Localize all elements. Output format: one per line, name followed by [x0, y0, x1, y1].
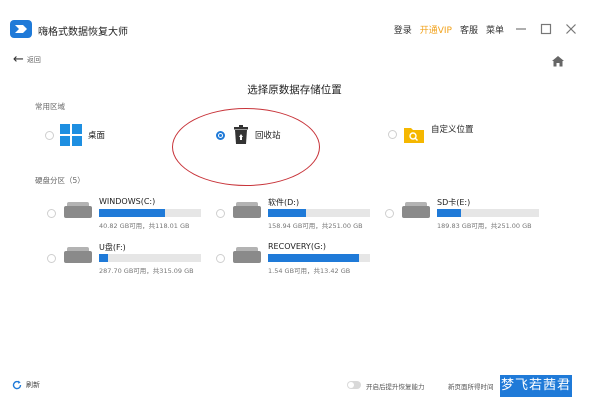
boost-toggle-label: 开启后提升恢复能力 [366, 383, 425, 391]
drive-usage-bar [99, 209, 201, 217]
back-arrow-icon: ← [13, 52, 24, 67]
desktop-radio[interactable] [45, 130, 54, 140]
login-link[interactable]: 登录 [394, 23, 412, 36]
hard-disk-icon [233, 202, 261, 218]
drive-free-space: 158.94 GB可用，共251.00 GB [268, 222, 363, 230]
drive-d[interactable]: 软件(D:) 158.94 GB可用，共251.00 GB [216, 197, 370, 230]
boost-toggle[interactable] [347, 381, 361, 389]
custom-radio[interactable] [388, 129, 397, 139]
drive-f[interactable]: U盘(F:) 287.70 GB可用，共315.09 GB [47, 242, 201, 275]
watermark-text: 梦飞若茜君 [500, 375, 572, 397]
drive-free-space: 1.54 GB可用，共13.42 GB [268, 267, 351, 275]
drive-radio[interactable] [385, 209, 394, 218]
drive-usage-fill [268, 209, 306, 217]
maximize-button[interactable] [538, 21, 554, 37]
common-area-label: 常用区域 [35, 102, 65, 111]
menu-link[interactable]: 菜单 [486, 23, 504, 36]
drive-radio[interactable] [47, 254, 56, 263]
home-icon[interactable] [551, 55, 565, 67]
drive-radio[interactable] [216, 254, 225, 263]
drive-name: WINDOWS(C:) [99, 197, 156, 206]
annotation-circle [172, 108, 320, 186]
minimize-button[interactable] [513, 21, 529, 37]
drive-c[interactable]: WINDOWS(C:) 40.82 GB可用，共118.01 GB [47, 197, 201, 230]
service-link[interactable]: 客服 [460, 23, 478, 36]
drive-name: SD卡(E:) [437, 198, 471, 207]
drive-free-space: 40.82 GB可用，共118.01 GB [99, 222, 190, 230]
drive-g[interactable]: RECOVERY(G:) 1.54 GB可用，共13.42 GB [216, 242, 370, 275]
refresh-button[interactable]: 刷新 [12, 380, 40, 390]
drive-name: RECOVERY(G:) [268, 242, 326, 251]
bottom-bar: 刷新 开启后提升恢复能力 新页面所得时间 梦飞若茜君 [0, 375, 589, 397]
drive-usage-bar [99, 254, 201, 262]
close-icon [566, 24, 576, 34]
drive-name: 软件(D:) [268, 198, 300, 207]
hard-disk-icon [402, 202, 430, 218]
title-bar: 嗨格式数据恢复大师 登录 开通VIP 客服 菜单 [0, 0, 589, 46]
app-title: 嗨格式数据恢复大师 [38, 27, 128, 38]
drive-usage-fill [268, 254, 359, 262]
app-logo-icon [10, 20, 32, 38]
hard-disk-icon [233, 247, 261, 263]
refresh-label: 刷新 [26, 381, 40, 389]
back-button[interactable]: ← 返回 [13, 52, 41, 67]
minimize-icon [516, 28, 526, 30]
location-label: 自定义位置 [431, 125, 474, 135]
drive-usage-bar [437, 209, 539, 217]
drive-free-space: 189.83 GB可用，共251.00 GB [437, 222, 532, 230]
partition-label: 硬盘分区（5） [35, 176, 85, 185]
folder-icon [404, 128, 424, 143]
refresh-icon [12, 380, 22, 390]
drive-usage-bar [268, 254, 370, 262]
top-menu: 登录 开通VIP 客服 菜单 [386, 21, 579, 37]
drive-usage-fill [99, 209, 166, 217]
hard-disk-icon [64, 202, 92, 218]
location-label: 桌面 [88, 131, 106, 141]
drive-radio[interactable] [216, 209, 225, 218]
drive-e[interactable]: SD卡(E:) 189.83 GB可用，共251.00 GB [385, 197, 539, 230]
maximize-icon [540, 23, 552, 35]
hard-disk-icon [64, 247, 92, 263]
drive-usage-bar [268, 209, 370, 217]
location-desktop[interactable]: 桌面 [45, 124, 105, 146]
vip-link[interactable]: 开通VIP [420, 23, 452, 36]
page-title: 选择原数据存储位置 [247, 84, 342, 96]
drive-usage-fill [99, 254, 109, 262]
back-label: 返回 [26, 56, 41, 64]
time-note-label: 新页面所得时间 [448, 383, 494, 391]
drive-name: U盘(F:) [99, 243, 126, 252]
close-button[interactable] [563, 21, 579, 37]
location-custom[interactable]: 自定义位置 [388, 124, 474, 144]
drive-radio[interactable] [47, 209, 56, 218]
drive-usage-fill [437, 209, 462, 217]
drive-free-space: 287.70 GB可用，共315.09 GB [99, 267, 194, 275]
windows-icon [60, 124, 82, 146]
